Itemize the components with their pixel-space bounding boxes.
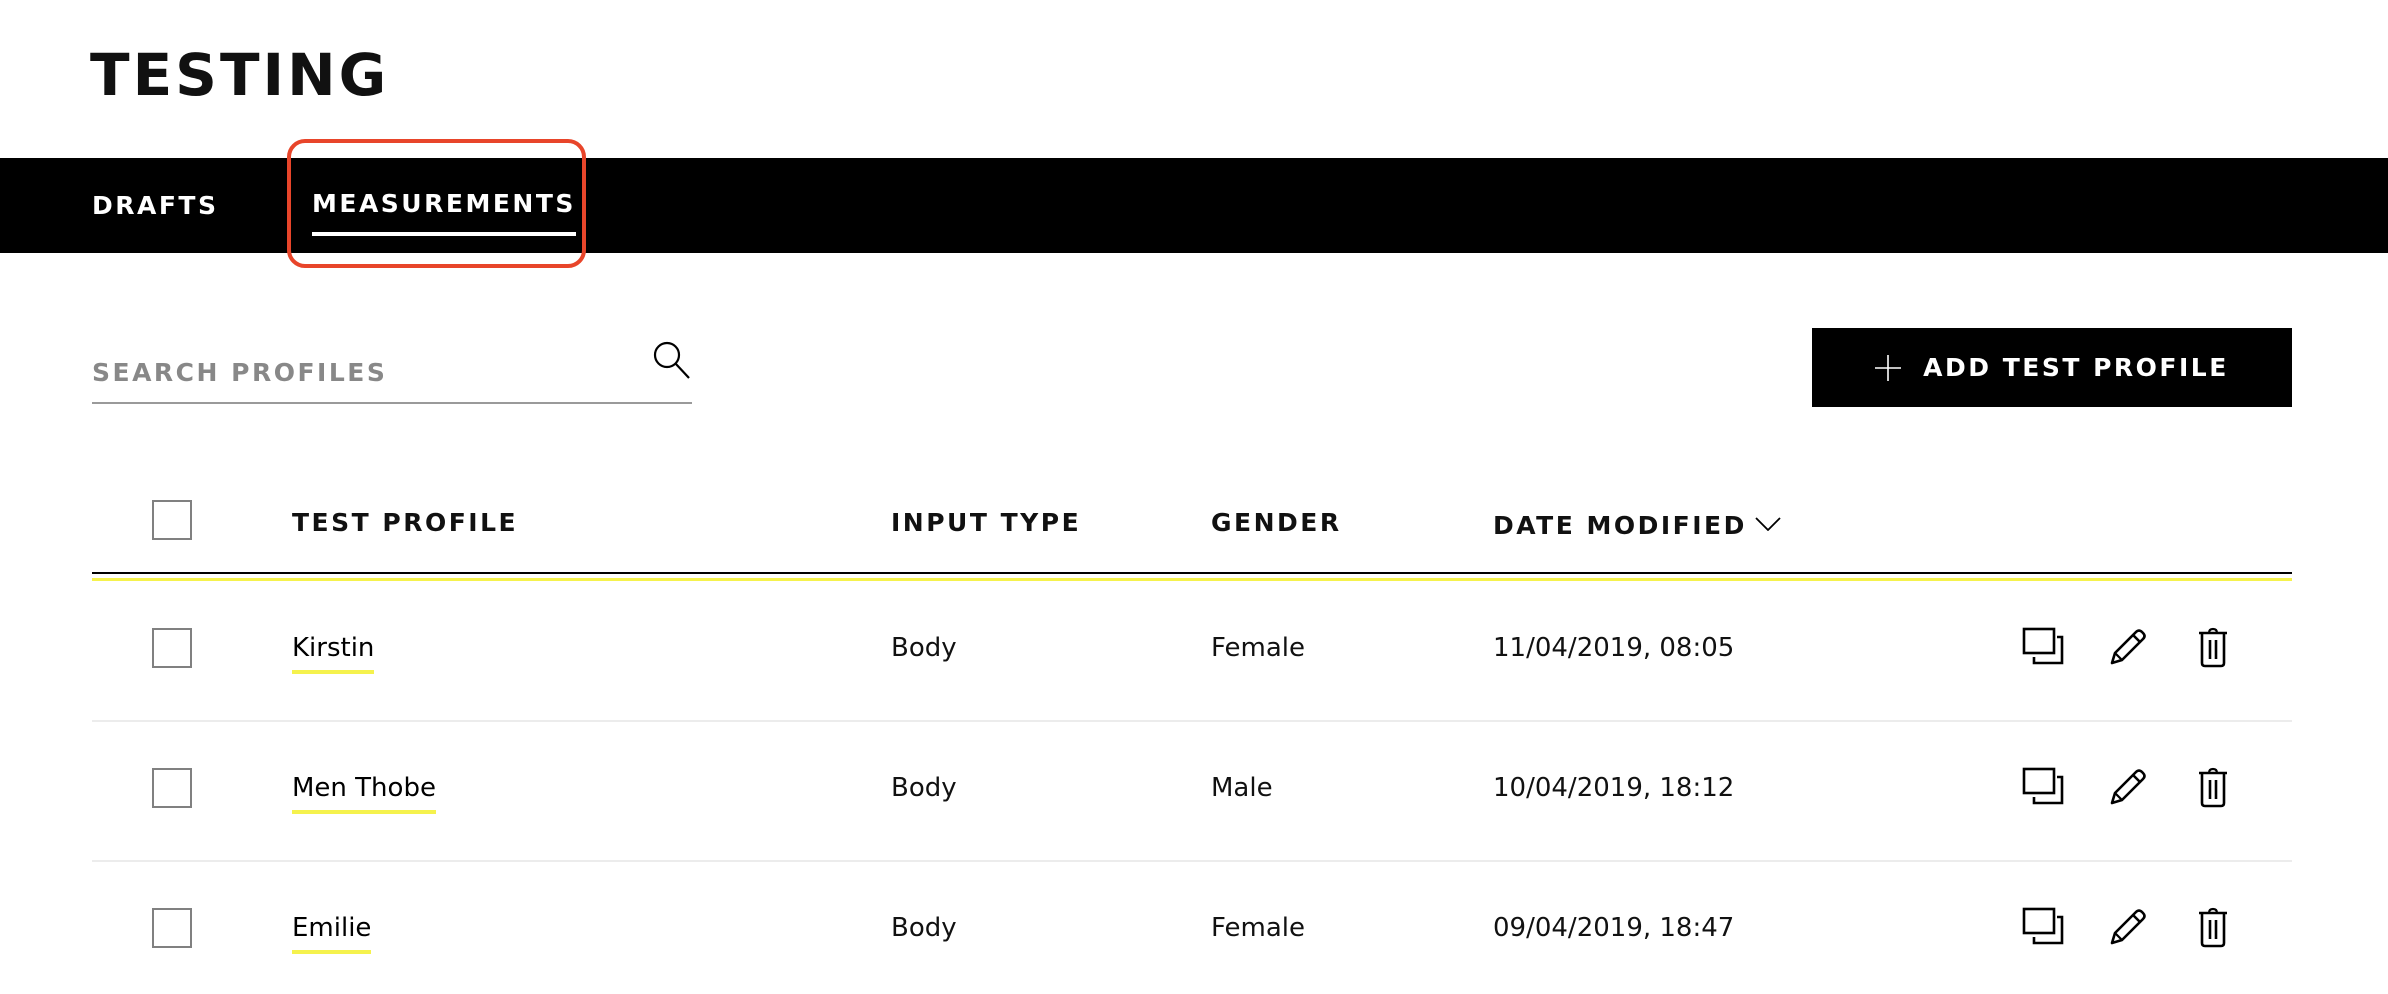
page: TESTING DRAFTS MEASUREMENTS ADD TEST PRO… — [0, 0, 2388, 994]
trash-icon[interactable] — [2192, 907, 2234, 949]
column-header-gender[interactable]: GENDER — [1211, 508, 1342, 538]
search-icon[interactable] — [652, 340, 692, 380]
date-modified-cell: 11/04/2019, 08:05 — [1493, 633, 1735, 663]
search-input[interactable] — [92, 350, 632, 394]
profile-name-link[interactable]: Men Thobe — [292, 772, 436, 814]
gender-cell: Female — [1211, 633, 1306, 663]
tab-measurements-label: MEASUREMENTS — [312, 189, 576, 218]
search-field — [92, 330, 692, 404]
table-header: TEST PROFILE INPUT TYPE GENDER DATE MODI… — [92, 470, 2292, 581]
select-all-checkbox[interactable] — [152, 500, 192, 540]
active-tab-indicator — [312, 232, 576, 236]
chevron-down-icon[interactable] — [1755, 508, 1781, 532]
header-accent-line — [92, 578, 2292, 581]
input-type-cell: Body — [891, 773, 957, 803]
column-header-date-modified-label: DATE MODIFIED — [1493, 511, 1747, 540]
duplicate-icon[interactable] — [2022, 907, 2064, 949]
add-test-profile-label: ADD TEST PROFILE — [1923, 353, 2229, 382]
table-body: Kirstin Body Female 11/04/2019, 08:05 Me… — [92, 582, 2292, 994]
tab-measurements[interactable]: MEASUREMENTS — [312, 156, 576, 251]
date-modified-cell: 10/04/2019, 18:12 — [1493, 773, 1735, 803]
tab-drafts[interactable]: DRAFTS — [92, 158, 219, 253]
row-checkbox[interactable] — [152, 768, 192, 808]
gender-cell: Female — [1211, 913, 1306, 943]
column-header-input-type[interactable]: INPUT TYPE — [891, 508, 1081, 538]
gender-cell: Male — [1211, 773, 1273, 803]
table-row: Men Thobe Body Male 10/04/2019, 18:12 — [92, 722, 2292, 862]
date-modified-cell: 09/04/2019, 18:47 — [1493, 913, 1735, 943]
column-header-date-modified[interactable]: DATE MODIFIED — [1493, 508, 1781, 541]
column-header-test-profile[interactable]: TEST PROFILE — [292, 508, 518, 538]
duplicate-icon[interactable] — [2022, 767, 2064, 809]
tab-drafts-label: DRAFTS — [92, 191, 219, 220]
pencil-icon[interactable] — [2106, 767, 2148, 809]
tab-bar: DRAFTS MEASUREMENTS — [0, 158, 2388, 253]
profile-name-link[interactable]: Emilie — [292, 912, 372, 954]
plus-icon — [1875, 354, 1902, 381]
table-row: Kirstin Body Female 11/04/2019, 08:05 — [92, 582, 2292, 722]
row-checkbox[interactable] — [152, 908, 192, 948]
header-divider — [92, 572, 2292, 574]
row-checkbox[interactable] — [152, 628, 192, 668]
add-test-profile-button[interactable]: ADD TEST PROFILE — [1812, 328, 2292, 407]
profile-name-link[interactable]: Kirstin — [292, 632, 375, 674]
input-type-cell: Body — [891, 633, 957, 663]
profiles-table: TEST PROFILE INPUT TYPE GENDER DATE MODI… — [92, 470, 2292, 954]
input-type-cell: Body — [891, 913, 957, 943]
table-row: Emilie Body Female 09/04/2019, 18:47 — [92, 862, 2292, 994]
page-title: TESTING — [90, 41, 390, 109]
pencil-icon[interactable] — [2106, 907, 2148, 949]
pencil-icon[interactable] — [2106, 627, 2148, 669]
trash-icon[interactable] — [2192, 627, 2234, 669]
duplicate-icon[interactable] — [2022, 627, 2064, 669]
trash-icon[interactable] — [2192, 767, 2234, 809]
